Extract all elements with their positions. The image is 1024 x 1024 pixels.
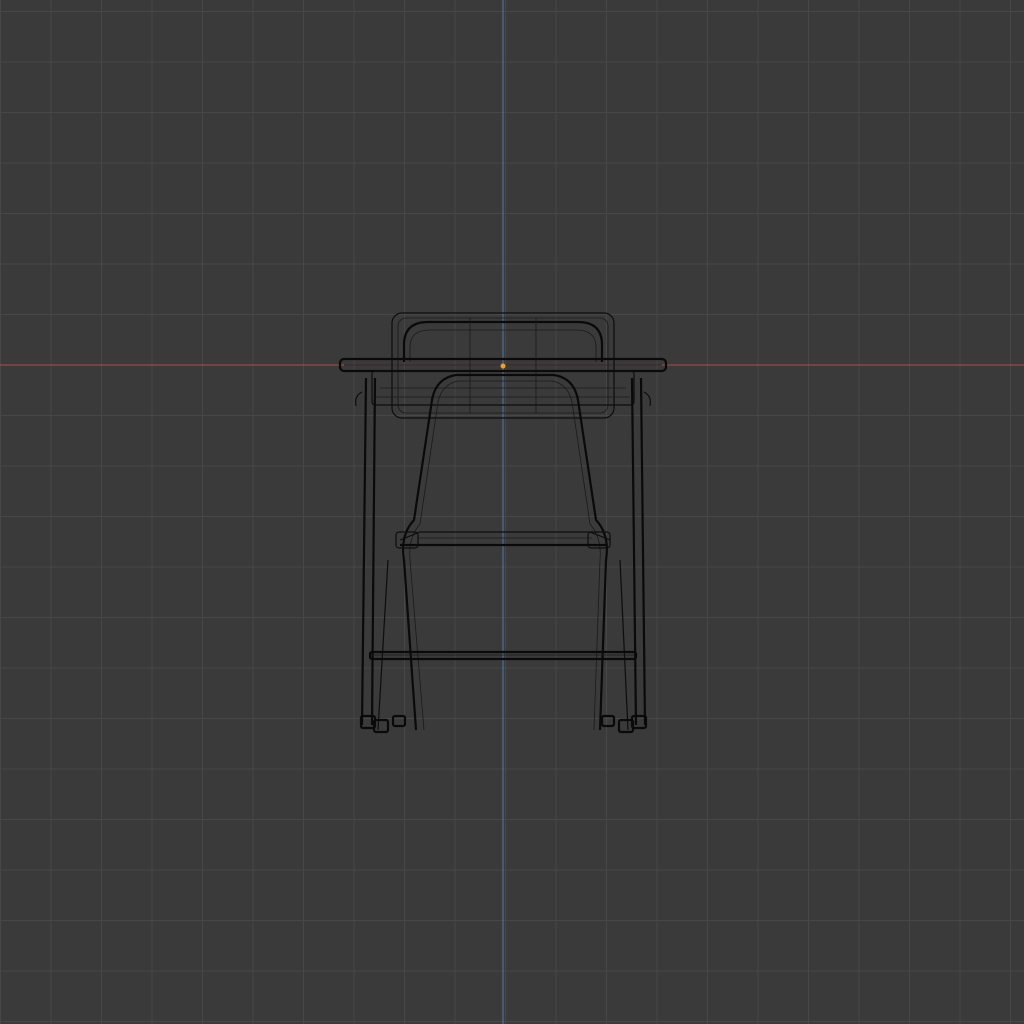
viewport-canvas[interactable] [0,0,1024,1024]
3d-viewport[interactable] [0,0,1024,1024]
origin-dot-icon[interactable] [500,363,506,369]
